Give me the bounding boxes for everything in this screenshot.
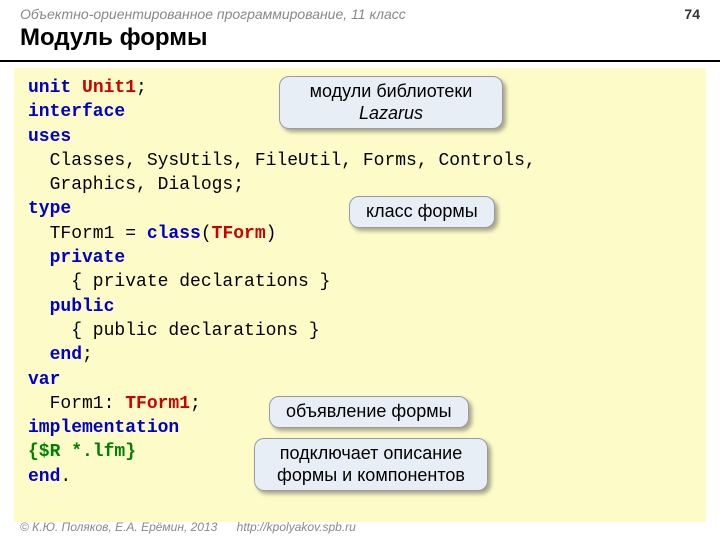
punct: ; [136,78,147,98]
page-number: 74 [684,6,700,22]
punct-semi2: ; [190,394,201,414]
tform1-decl: TForm1 = [28,224,147,244]
kw-var: var [28,368,692,392]
kw-end: end [28,345,82,365]
footer: © К.Ю. Поляков, Е.А. Ерёмин, 2013 http:/… [20,520,356,534]
punct-semi: ; [82,345,93,365]
callout-modules-line1: модули библиотеки [310,81,473,101]
kw-public: public [28,295,692,319]
callout-modules: модули библиотеки Lazarus [279,76,503,129]
id-tform1: TForm1 [125,394,190,414]
copyright: © К.Ю. Поляков, Е.А. Ерёмин, 2013 [20,520,217,534]
uses-list-2: Graphics, Dialogs; [28,173,692,197]
id-tform: TForm [212,224,266,244]
kw-private: private [28,246,692,270]
paren-close: ) [266,224,277,244]
kw-class: class [147,224,201,244]
callout-vardecl: объявление формы [269,396,469,428]
kw-unit: unit [28,78,82,98]
footer-url: http://kpolyakov.spb.ru [237,520,356,534]
punct-dot: . [60,467,71,487]
paren-open: ( [201,224,212,244]
public-comment: { public declarations } [28,319,692,343]
header: Объектно-ориентированное программировани… [0,0,720,22]
uses-list-1: Classes, SysUtils, FileUtil, Forms, Cont… [28,149,692,173]
callout-resource: подключает описание формы и компонентов [254,438,488,491]
form1-decl: Form1: [28,394,125,414]
kw-end2: end [28,467,60,487]
callout-modules-line2: Lazarus [359,103,423,123]
page-title: Модуль формы [0,22,720,62]
callout-class: класс формы [349,196,495,228]
private-comment: { private declarations } [28,270,692,294]
id-unit1: Unit1 [82,78,136,98]
course-label: Объектно-ориентированное программировани… [20,6,406,22]
code-block: unit Unit1; interface uses Classes, SysU… [14,68,706,522]
